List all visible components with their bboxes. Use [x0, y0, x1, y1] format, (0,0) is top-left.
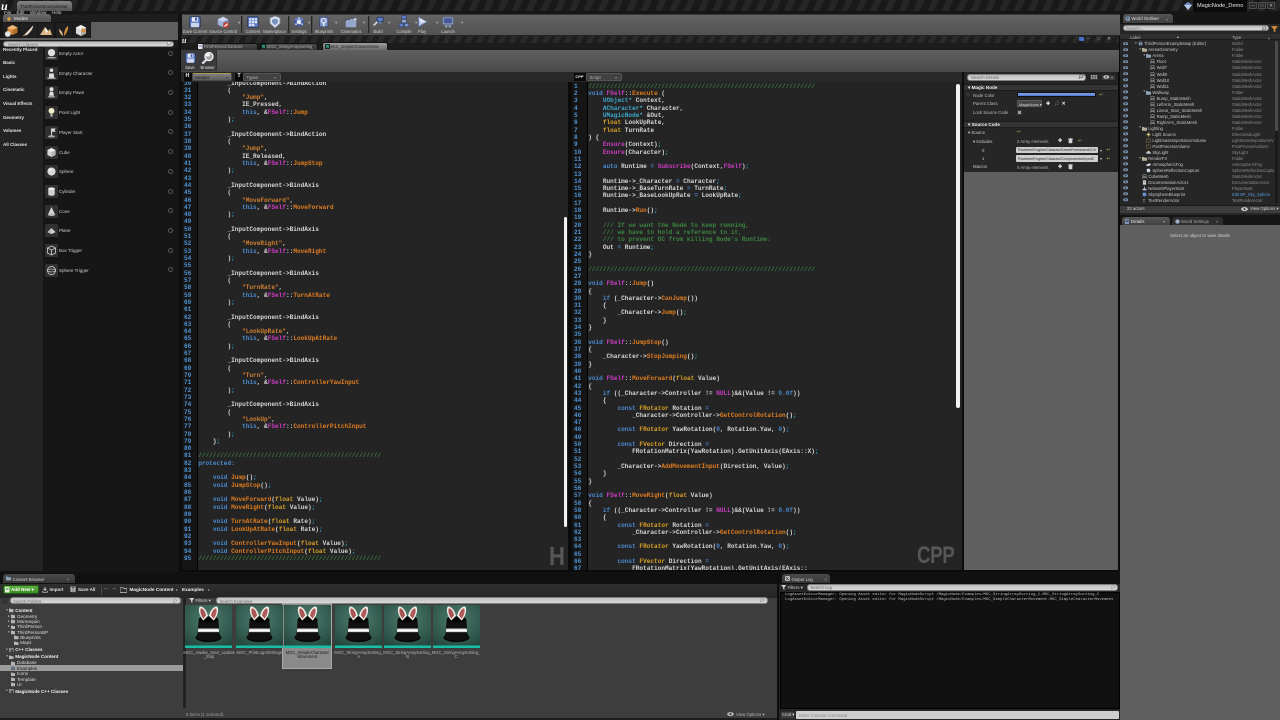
svg-text:T: T: [1142, 198, 1145, 203]
